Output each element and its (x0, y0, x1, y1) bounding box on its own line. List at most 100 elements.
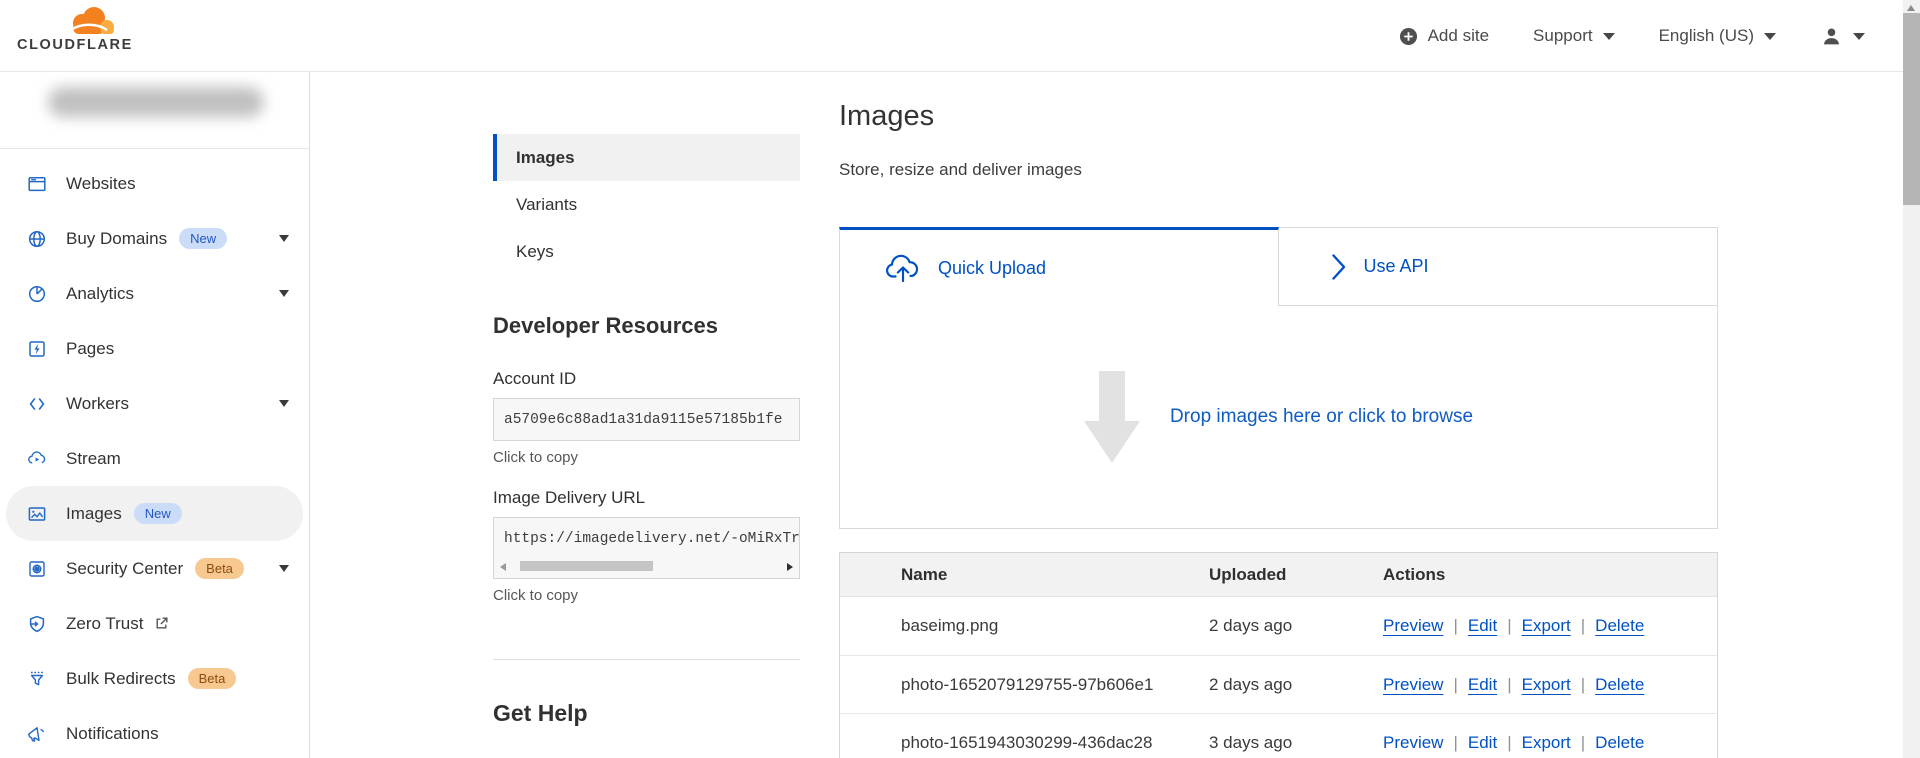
sidebar-item-stream[interactable]: Stream (6, 431, 303, 486)
tab-quick-upload[interactable]: Quick Upload (839, 227, 1279, 306)
chevron-right-icon (1331, 253, 1345, 280)
uploaded-time: 2 days ago (1209, 616, 1293, 635)
images-table: Name Uploaded Actions baseimg.png 2 days … (839, 552, 1718, 758)
table-row: photo-1651943030299-436dac28 3 days ago Pr… (840, 713, 1717, 758)
image-dropzone[interactable]: Drop images here or click to browse (839, 306, 1718, 529)
click-to-copy-hint: Click to copy (493, 587, 579, 604)
account-menu[interactable] (1820, 25, 1865, 48)
url-horizontal-scrollbar[interactable] (497, 560, 796, 574)
delivery-url-label: Image Delivery URL (493, 488, 646, 507)
sidebar-item-notifications[interactable]: Notifications (6, 706, 303, 758)
chevron-down-icon (279, 565, 289, 572)
sidebar-item-buy-domains[interactable]: Buy Domains New (6, 211, 303, 266)
action-edit-link[interactable]: Edit (1468, 675, 1497, 695)
cloudflare-logo[interactable]: CLOUDFLARE (17, 6, 147, 53)
dropzone-text: Drop images here or click to browse (1169, 406, 1474, 427)
table-body: baseimg.png 2 days ago Preview | Edit | Export… (840, 597, 1717, 758)
subnav-item-images[interactable]: Images (493, 134, 800, 181)
sidebar-item-security-center[interactable]: Security Center Beta (6, 541, 303, 596)
image-name: photo-1651943030299-436dac28 (901, 733, 1153, 752)
account-id-label: Account ID (493, 369, 577, 388)
action-delete-link[interactable]: Delete (1595, 616, 1644, 636)
pages-icon (27, 339, 47, 359)
cloud-upload-icon (886, 254, 919, 283)
new-badge: New (179, 228, 228, 249)
sidebar-nav: Websites Buy Domains New Analytics Pages Work… (6, 156, 303, 758)
action-delete-link[interactable]: Delete (1595, 733, 1644, 753)
header-actions: Add site Support English (US) (1399, 0, 1865, 72)
sidebar-item-workers[interactable]: Workers (6, 376, 303, 431)
get-help-title: Get Help (493, 700, 588, 726)
action-export-link[interactable]: Export (1522, 675, 1571, 695)
column-header-actions: Actions (1383, 565, 1446, 584)
sidebar-item-images[interactable]: Images New (6, 486, 303, 541)
action-export-link[interactable]: Export (1522, 733, 1571, 753)
sidebar-item-analytics[interactable]: Analytics (6, 266, 303, 321)
sidebar-item-label: Analytics (66, 283, 135, 303)
sidebar-item-label: Images (66, 503, 122, 523)
scrollbar-up-arrow[interactable] (1907, 5, 1915, 11)
action-separator: | (1453, 733, 1458, 752)
cloudflare-logo-text: CLOUDFLARE (17, 37, 133, 53)
scroll-right-arrow-icon[interactable] (787, 563, 793, 571)
action-separator: | (1453, 675, 1458, 694)
scroll-left-arrow-icon[interactable] (500, 563, 506, 571)
column-header-uploaded: Uploaded (1209, 565, 1287, 584)
subnav-item-variants[interactable]: Variants (493, 181, 800, 228)
sidebar: Websites Buy Domains New Analytics Pages Work… (0, 72, 310, 758)
websites-icon (27, 174, 47, 194)
chevron-down-icon (1602, 32, 1615, 40)
bulk-redirects-icon (27, 669, 47, 689)
horizontal-scrollbar-thumb[interactable] (520, 561, 653, 571)
cloudflare-cloud-icon (70, 7, 114, 34)
new-badge: New (133, 503, 182, 524)
action-preview-link[interactable]: Preview (1383, 733, 1443, 753)
sidebar-item-label: Buy Domains (66, 228, 168, 248)
action-edit-link[interactable]: Edit (1468, 616, 1497, 636)
sidebar-divider (0, 148, 309, 149)
tab-use-api[interactable]: Use API (1278, 227, 1718, 306)
analytics-icon (27, 284, 47, 304)
notifications-icon (27, 724, 47, 744)
action-edit-link[interactable]: Edit (1468, 733, 1497, 753)
page-scrollbar[interactable] (1903, 0, 1920, 758)
tab-use-api-label: Use API (1363, 256, 1429, 276)
action-preview-link[interactable]: Preview (1383, 675, 1443, 695)
table-row: photo-1652079129755-97b606e1 2 days ago Pr… (840, 655, 1717, 713)
sidebar-item-bulk-redirects[interactable]: Bulk Redirects Beta (6, 651, 303, 706)
zero-trust-icon (27, 614, 47, 634)
account-id-field[interactable]: a5709e6c88ad1a31da9115e57185b1fe (493, 398, 800, 441)
chevron-down-icon (279, 400, 289, 407)
row-actions: Preview | Edit | Export | Delete (1383, 656, 1644, 714)
chevron-down-icon (1764, 32, 1776, 40)
sidebar-item-label: Pages (66, 338, 115, 358)
action-separator: | (1453, 616, 1458, 635)
beta-badge: Beta (187, 668, 237, 689)
add-site-button[interactable]: Add site (1399, 26, 1489, 46)
action-separator: | (1507, 733, 1512, 752)
support-label: Support (1533, 26, 1593, 45)
delivery-url-field[interactable]: https://imagedelivery.net/-oMiRxTr (493, 517, 800, 579)
sidebar-item-label: Websites (66, 173, 136, 193)
language-menu[interactable]: English (US) (1659, 26, 1776, 46)
developer-resources-section: Developer Resources Account ID a5709e6c8… (493, 313, 800, 604)
subnav-item-keys[interactable]: Keys (493, 228, 800, 275)
sidebar-item-zero-trust[interactable]: Zero Trust (6, 596, 303, 651)
images-icon (27, 504, 47, 524)
scrollbar-thumb[interactable] (1903, 13, 1920, 205)
action-separator: | (1580, 616, 1586, 635)
action-export-link[interactable]: Export (1522, 616, 1571, 636)
sidebar-item-websites[interactable]: Websites (6, 156, 303, 211)
account-id-value: a5709e6c88ad1a31da9115e57185b1fe (504, 411, 783, 428)
action-delete-link[interactable]: Delete (1595, 675, 1644, 695)
beta-badge: Beta (195, 558, 244, 579)
external-link-icon (154, 616, 169, 631)
images-subnav: Images Variants Keys (493, 134, 800, 275)
sidebar-item-pages[interactable]: Pages (6, 321, 303, 376)
delivery-url-value: https://imagedelivery.net/-oMiRxTr (504, 531, 799, 547)
developer-resources-title: Developer Resources (493, 313, 718, 338)
workers-icon (27, 394, 47, 414)
table-header: Name Uploaded Actions (840, 553, 1717, 597)
action-preview-link[interactable]: Preview (1383, 616, 1443, 636)
support-menu[interactable]: Support (1533, 26, 1615, 46)
